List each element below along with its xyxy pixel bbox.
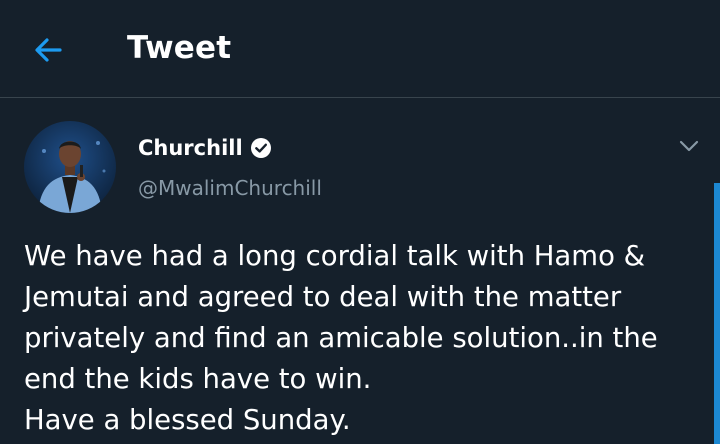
author-handle[interactable]: @MwalimChurchill: [138, 176, 322, 200]
scrollbar[interactable]: [714, 183, 720, 444]
author-name-row: Churchill: [138, 134, 272, 162]
chevron-down-icon: [679, 140, 699, 152]
profile-photo: [24, 121, 116, 213]
tweet-detail-screen: Tweet Churchill @MwalimChurchill We have…: [0, 0, 720, 444]
tweet-menu-button[interactable]: [677, 134, 701, 158]
avatar[interactable]: [24, 121, 116, 213]
verified-badge-icon: [250, 138, 271, 158]
top-app-bar: Tweet: [0, 0, 720, 98]
tweet-text: We have had a long cordial talk with Ham…: [24, 240, 658, 436]
arrow-left-icon: [35, 38, 62, 62]
back-button[interactable]: [30, 32, 66, 68]
page-title: Tweet: [127, 30, 232, 66]
author-display-name[interactable]: Churchill: [138, 136, 243, 160]
